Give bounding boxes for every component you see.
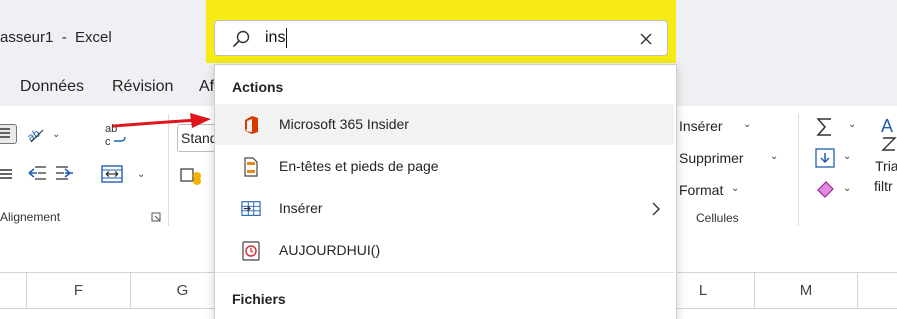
chevron-down-icon[interactable]: ⌄ bbox=[52, 129, 60, 140]
chevron-down-icon[interactable]: ⌄ bbox=[137, 169, 145, 180]
cells-group-label: Cellules bbox=[696, 211, 739, 225]
autosum-icon[interactable] bbox=[815, 116, 835, 138]
tab-revision[interactable]: Révision bbox=[112, 78, 173, 96]
svg-text:c: c bbox=[105, 136, 111, 148]
fill-down-icon[interactable] bbox=[815, 148, 835, 168]
chevron-down-icon[interactable]: ⌄ bbox=[770, 151, 778, 162]
section-divider bbox=[215, 272, 674, 273]
increase-indent-icon[interactable] bbox=[56, 164, 78, 182]
align-left-button[interactable] bbox=[0, 124, 17, 144]
search-input[interactable]: ins bbox=[214, 20, 668, 56]
tab-affichage[interactable]: Af bbox=[199, 78, 214, 96]
window-title: asseur1 - Excel bbox=[0, 29, 112, 46]
result-aujourdhui[interactable]: AUJOURDHUI() bbox=[215, 230, 674, 271]
chevron-down-icon[interactable]: ⌄ bbox=[731, 183, 739, 194]
insert-cells-button[interactable]: Insérer bbox=[679, 118, 723, 134]
search-query-text: ins bbox=[265, 29, 286, 46]
result-microsoft-365-insider[interactable]: Microsoft 365 Insider bbox=[215, 104, 674, 145]
result-label: En-têtes et pieds de page bbox=[279, 158, 439, 174]
format-cells-button[interactable]: Format bbox=[679, 182, 723, 198]
text-caret bbox=[286, 28, 287, 48]
orientation-icon[interactable]: ab bbox=[25, 122, 49, 146]
result-inserer[interactable]: Insérer bbox=[215, 188, 674, 229]
search-icon bbox=[233, 30, 250, 47]
office-logo-icon bbox=[245, 116, 258, 134]
clear-eraser-icon[interactable] bbox=[815, 178, 837, 198]
tab-donnees[interactable]: Données bbox=[20, 78, 84, 96]
column-header-m[interactable]: M bbox=[755, 273, 858, 308]
align-lines-icon bbox=[0, 128, 10, 138]
files-section-title: Fichiers bbox=[232, 291, 286, 307]
result-label: AUJOURDHUI() bbox=[279, 242, 381, 258]
actions-section-title: Actions bbox=[232, 79, 284, 95]
insert-table-icon bbox=[241, 201, 261, 216]
merge-center-icon[interactable] bbox=[101, 164, 123, 184]
chevron-down-icon[interactable]: ⌄ bbox=[843, 151, 851, 162]
align-lines-icon[interactable] bbox=[0, 166, 14, 182]
chevron-down-icon[interactable]: ⌄ bbox=[848, 119, 856, 130]
header-footer-icon bbox=[244, 157, 258, 177]
svg-text:ab: ab bbox=[26, 128, 43, 145]
chevron-right-icon bbox=[652, 202, 660, 216]
chevron-down-icon[interactable]: ⌄ bbox=[843, 183, 851, 194]
currency-format-icon[interactable] bbox=[180, 166, 210, 186]
function-clock-icon bbox=[242, 241, 260, 261]
sort-filter-icon-letters[interactable]: A bbox=[881, 116, 893, 137]
ribbon-divider bbox=[798, 114, 799, 226]
result-label: Insérer bbox=[279, 200, 323, 216]
sort-filter-icon bbox=[881, 137, 897, 151]
alignment-group-label: Alignement bbox=[0, 210, 61, 224]
result-headers-footers[interactable]: En-têtes et pieds de page bbox=[215, 146, 674, 187]
sort-filter-label-2[interactable]: filtr bbox=[874, 178, 893, 194]
delete-cells-button[interactable]: Supprimer bbox=[679, 150, 744, 166]
column-header[interactable] bbox=[0, 273, 27, 308]
column-header-f[interactable]: F bbox=[27, 273, 131, 308]
close-icon[interactable] bbox=[639, 32, 653, 46]
chevron-down-icon[interactable]: ⌄ bbox=[743, 119, 751, 130]
decrease-indent-icon[interactable] bbox=[25, 164, 47, 182]
dialog-launcher-icon[interactable] bbox=[151, 212, 161, 222]
search-results-dropdown: Actions Microsoft 365 Insider En-têtes e… bbox=[214, 64, 677, 319]
result-label: Microsoft 365 Insider bbox=[279, 116, 409, 132]
red-arrow-icon bbox=[112, 113, 211, 128]
sort-filter-label[interactable]: Tria bbox=[875, 158, 897, 174]
